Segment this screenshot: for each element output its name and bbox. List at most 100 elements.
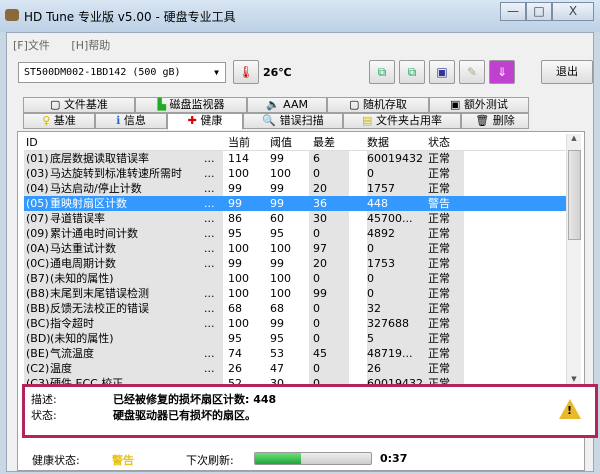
table-row[interactable]: (0A) 马达重试计数... 100 100 97 0 正常: [24, 241, 572, 256]
cell-threshold: 99: [270, 317, 284, 330]
table-row[interactable]: (03) 马达旋转到标准转速所需时... 100 100 0 0 正常: [24, 166, 572, 181]
col-current[interactable]: 当前: [228, 134, 250, 151]
col-worst[interactable]: 最差: [313, 134, 335, 151]
cell-raw-data: 5: [367, 332, 374, 345]
title-bar: HD Tune 专业版 v5.00 - 硬盘专业工具 — □ X: [0, 0, 600, 32]
tab-benchmark[interactable]: ♀ 基准: [23, 113, 95, 129]
cell-attr-id: (C2): [26, 362, 50, 375]
cell-attr-more: ...: [204, 212, 215, 225]
cell-current: 99: [228, 182, 242, 195]
table-row[interactable]: (BC) 指令超时... 100 99 0 327688 正常: [24, 316, 572, 331]
tab-file-benchmark[interactable]: ▢ 文件基准: [23, 97, 135, 113]
cell-attr-id: (C3): [26, 377, 50, 384]
scroll-down-icon[interactable]: ▼: [567, 375, 581, 383]
scrollbar[interactable]: ▲ ▼: [566, 134, 581, 384]
cell-current: 100: [228, 287, 249, 300]
cell-attr-more: ...: [204, 362, 215, 375]
close-button[interactable]: X: [552, 2, 594, 21]
tab-aam[interactable]: 🔈 AAM: [247, 97, 327, 113]
cell-attr-name: 指令超时: [50, 317, 94, 330]
cell-worst: 45: [313, 347, 327, 360]
cell-status: 正常: [428, 257, 450, 270]
cell-worst: 20: [313, 257, 327, 270]
cell-threshold: 100: [270, 242, 291, 255]
cell-attr-name: 寻道错误率: [50, 212, 105, 225]
cell-threshold: 99: [270, 152, 284, 165]
minimize-button[interactable]: —: [500, 2, 526, 21]
table-row[interactable]: (05) 重映射扇区计数... 99 99 36 448 警告: [24, 196, 572, 211]
table-row[interactable]: (04) 马达启动/停止计数... 99 99 20 1757 正常: [24, 181, 572, 196]
tab-error-scan[interactable]: 🔍 错误扫描: [243, 113, 343, 129]
copy-all-button[interactable]: ⧉: [399, 60, 425, 84]
menu-file[interactable]: [F]文件: [13, 39, 50, 52]
cell-worst: 0: [313, 317, 320, 330]
options-button[interactable]: ✎: [459, 60, 485, 84]
temperature: 26℃: [263, 66, 292, 79]
tab-info[interactable]: ℹ 信息: [95, 113, 167, 129]
description-value: 已经被修复的损坏扇区计数: 448: [113, 393, 277, 406]
copy-info-button[interactable]: ⧉: [369, 60, 395, 84]
table-header: ID 当前 阈值 最差 数据 状态: [24, 134, 572, 151]
cell-status: 正常: [428, 287, 450, 300]
health-status-label: 健康状态:: [32, 454, 80, 467]
scroll-up-icon[interactable]: ▲: [567, 134, 581, 142]
scroll-thumb[interactable]: [568, 150, 581, 240]
save-button[interactable]: ▣: [429, 60, 455, 84]
download-button[interactable]: ⇓: [489, 60, 515, 84]
tab-disk-monitor[interactable]: ▙ 磁盘监视器: [135, 97, 247, 113]
col-data[interactable]: 数据: [367, 134, 389, 151]
table-row[interactable]: (07) 寻道错误率... 86 60 30 45700... 正常: [24, 211, 572, 226]
table-row[interactable]: (C2) 温度... 26 47 0 26 正常: [24, 361, 572, 376]
cell-raw-data: 45700...: [367, 212, 413, 225]
col-status[interactable]: 状态: [428, 134, 450, 151]
tab-erase[interactable]: 🗑 删除: [461, 113, 529, 129]
tab-extra-tests[interactable]: ▣ 额外测试: [429, 97, 529, 113]
drive-select[interactable]: ST500DM002-1BD142 (500 gB) ▼: [18, 62, 226, 83]
table-row[interactable]: (B7) (未知的属性) 100 100 0 0 正常: [24, 271, 572, 286]
cell-worst: 0: [313, 362, 320, 375]
cell-attr-name: 气流温度: [50, 347, 94, 360]
cell-threshold: 99: [270, 182, 284, 195]
cell-worst: 0: [313, 377, 320, 384]
main-window: [F]文件 [H]帮助 ST500DM002-1BD142 (500 gB) ▼ …: [6, 32, 598, 472]
cell-worst: 0: [313, 272, 320, 285]
table-row[interactable]: (01) 底层数据读取错误率... 114 99 6 60019432 正常: [24, 151, 572, 166]
maximize-button[interactable]: □: [526, 2, 552, 21]
col-id[interactable]: ID: [26, 134, 38, 151]
cell-attr-id: (01): [26, 152, 49, 165]
app-icon: [5, 9, 19, 21]
cell-current: 100: [228, 167, 249, 180]
table-row[interactable]: (0C) 通电周期计数... 99 99 20 1753 正常: [24, 256, 572, 271]
tab-folder-usage[interactable]: ▤ 文件夹占用率: [343, 113, 461, 129]
col-threshold[interactable]: 阈值: [270, 134, 292, 151]
next-refresh-label: 下次刷新:: [186, 454, 234, 467]
tab-random-access[interactable]: ▢ 随机存取: [327, 97, 429, 113]
cell-raw-data: 0: [367, 167, 374, 180]
cell-attr-more: ...: [204, 242, 215, 255]
health-status-value: 警告: [112, 454, 134, 467]
cell-attr-id: (BD): [26, 332, 51, 345]
description-label: 描述:: [31, 393, 57, 406]
cell-attr-name: (未知的属性): [50, 272, 114, 285]
cell-status: 正常: [428, 227, 450, 240]
chevron-down-icon: ▼: [214, 68, 219, 77]
table-row[interactable]: (BD) (未知的属性) 95 95 0 5 正常: [24, 331, 572, 346]
cell-attr-more: ...: [204, 257, 215, 270]
cell-raw-data: 327688: [367, 317, 409, 330]
cell-status: 警告: [428, 197, 450, 210]
cell-attr-more: ...: [204, 317, 215, 330]
cell-status: 正常: [428, 152, 450, 165]
table-row[interactable]: (09) 累计通电时间计数... 95 95 0 4892 正常: [24, 226, 572, 241]
cell-attr-id: (B7): [26, 272, 50, 285]
menu-help[interactable]: [H]帮助: [71, 39, 110, 52]
table-row[interactable]: (B8) 末尾到末尾错误检测... 100 100 99 0 正常: [24, 286, 572, 301]
status-label: 状态:: [31, 409, 57, 422]
table-row[interactable]: (BB) 反馈无法校正的错误... 68 68 0 32 正常: [24, 301, 572, 316]
table-row[interactable]: (BE) 气流温度... 74 53 45 48719... 正常: [24, 346, 572, 361]
table-row[interactable]: (C3) 硬件 ECC 校正 52 30 0 60019432 正常: [24, 376, 572, 384]
tab-health[interactable]: ✚ 健康: [167, 113, 243, 130]
cell-attr-name: 重映射扇区计数: [50, 197, 127, 210]
cell-status: 正常: [428, 182, 450, 195]
cell-raw-data: 0: [367, 272, 374, 285]
exit-button[interactable]: 退出: [541, 60, 593, 84]
